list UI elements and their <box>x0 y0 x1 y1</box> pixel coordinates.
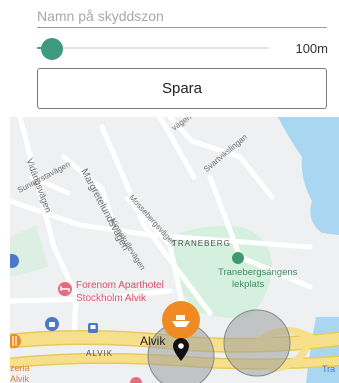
poi-label: Tranebergsängens <box>218 267 298 278</box>
map-canvas <box>10 117 339 383</box>
radius-value: 100m <box>295 41 328 56</box>
poi-label: Alvik <box>10 374 30 383</box>
poi-label: Forenom Aparthotel <box>76 280 164 291</box>
safe-zone-form: 100m Spara <box>0 0 339 117</box>
zone-marker[interactable] <box>162 301 200 339</box>
bottom-poi[interactable] <box>130 377 142 383</box>
bus-icon <box>90 325 96 329</box>
district-label: ALVIK <box>86 349 114 358</box>
poi-label: Tra <box>322 364 336 374</box>
district-label: TRANEBERG <box>172 239 231 248</box>
save-button[interactable]: Spara <box>37 68 327 109</box>
radius-slider[interactable] <box>37 38 277 60</box>
zone-circle[interactable] <box>223 309 291 377</box>
park-poi[interactable] <box>232 252 244 264</box>
poi-label: Stockholm Alvik <box>76 293 147 304</box>
station-label: Alvik <box>140 334 166 348</box>
shopping-bag-icon <box>49 322 55 327</box>
water-bay <box>278 117 339 235</box>
transit-poi[interactable] <box>88 323 98 333</box>
slider-track <box>37 47 269 49</box>
map-view[interactable]: Margretelundsvägen Vidängsvägen Mosseber… <box>10 117 339 383</box>
poi-label: lekplats <box>232 279 265 290</box>
poi-label: zeria <box>10 363 30 373</box>
shop-poi[interactable] <box>45 317 59 331</box>
park-left <box>10 225 48 277</box>
hotel-poi[interactable] <box>58 282 72 296</box>
zone-name-input[interactable] <box>37 4 327 28</box>
slider-thumb[interactable] <box>41 38 64 60</box>
